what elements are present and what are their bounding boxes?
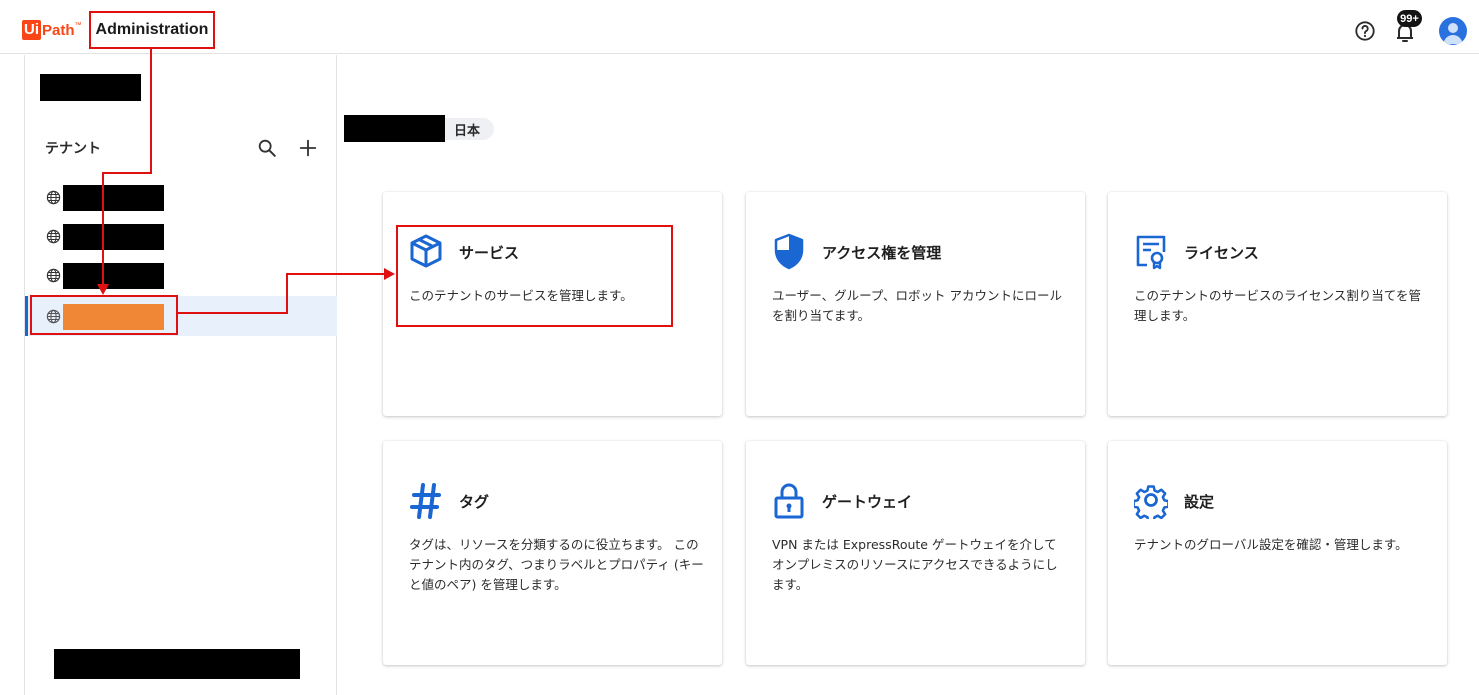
tenant-name-redacted	[63, 185, 164, 211]
sidebar-footer-redacted	[54, 649, 300, 679]
globe-icon	[46, 268, 61, 283]
card-title: 設定	[1184, 493, 1215, 511]
card-title: アクセス権を管理	[822, 244, 942, 262]
annotation-line	[150, 49, 152, 173]
card-description: タグは、リソースを分類するのに役立ちます。 このテナント内のタグ、つまりラベルと…	[409, 537, 704, 592]
annotation-line	[286, 273, 288, 314]
uipath-logo[interactable]: Ui Path™	[22, 19, 82, 41]
card-description: ユーザー、グループ、ロボット アカウントにロールを割り当てます。	[772, 288, 1062, 323]
license-certificate-icon	[1136, 235, 1166, 270]
card-description: このテナントのサービスのライセンス割り当てを管理します。	[1134, 288, 1422, 323]
annotation-line	[102, 172, 104, 290]
gear-icon	[1134, 485, 1168, 519]
card-description: VPN または ExpressRoute ゲートウェイを介してオンプレミスのリソ…	[772, 537, 1058, 592]
avatar[interactable]	[1439, 17, 1467, 45]
tenant-name-redacted	[63, 224, 164, 250]
logo-path-word: Path	[42, 21, 75, 39]
tenant-item[interactable]	[25, 255, 337, 295]
annotation-line	[286, 273, 386, 275]
user-icon	[1443, 23, 1463, 44]
arrow-right-icon	[384, 268, 395, 280]
globe-icon	[46, 229, 61, 244]
card-title: ライセンス	[1184, 244, 1259, 262]
annotation-line	[177, 312, 288, 314]
card-settings[interactable]: 設定 テナントのグローバル設定を確認・管理します。	[1108, 441, 1447, 665]
top-bar: Ui Path™ Administration 99+	[0, 0, 1479, 54]
logo-ui-mark: Ui	[22, 20, 41, 40]
help-icon[interactable]	[1354, 20, 1376, 42]
organization-name-redacted	[40, 74, 141, 101]
services-card-annotation	[396, 225, 673, 327]
card-gateway[interactable]: ゲートウェイ VPN または ExpressRoute ゲートウェイを介してオン…	[746, 441, 1085, 665]
tenant-item[interactable]	[25, 216, 337, 256]
card-description: テナントのグローバル設定を確認・管理します。	[1134, 537, 1408, 552]
region-chip: 日本	[445, 118, 495, 140]
logo-trademark: ™	[74, 21, 82, 29]
card-title: ゲートウェイ	[822, 493, 913, 511]
tenant-title-redacted	[344, 115, 445, 142]
tenant-name-redacted	[63, 263, 164, 289]
card-tags[interactable]: タグ タグは、リソースを分類するのに役立ちます。 このテナント内のタグ、つまりラ…	[383, 441, 722, 665]
annotation-line	[102, 172, 152, 174]
add-tenant-icon[interactable]	[297, 137, 319, 159]
shield-icon	[774, 233, 804, 270]
hashtag-icon	[410, 483, 441, 519]
lock-icon	[774, 483, 804, 519]
tenant-list-heading: テナント	[45, 141, 101, 157]
card-manage-access[interactable]: アクセス権を管理 ユーザー、グループ、ロボット アカウントにロールを割り当てます…	[746, 192, 1085, 416]
card-licenses[interactable]: ライセンス このテナントのサービスのライセンス割り当てを管理します。	[1108, 192, 1447, 416]
app-title[interactable]: Administration	[89, 11, 215, 49]
logo-path-text: Path™	[42, 22, 82, 39]
arrow-down-icon	[97, 284, 109, 295]
search-icon[interactable]	[256, 137, 278, 159]
globe-icon	[46, 190, 61, 205]
tenant-item[interactable]	[25, 177, 337, 217]
tenant-sidebar: テナント	[24, 55, 337, 695]
selected-tenant-annotation	[30, 295, 178, 335]
card-title: タグ	[459, 493, 490, 511]
notification-badge: 99+	[1397, 10, 1422, 27]
